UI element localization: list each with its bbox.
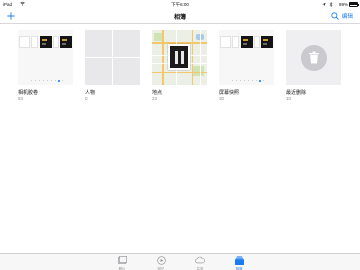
album-count: 10 xyxy=(286,95,292,101)
battery-percent: 89% xyxy=(338,2,348,7)
tab-label: 相簿 xyxy=(235,266,243,270)
album-count: 23 xyxy=(152,95,158,101)
status-time: 下午6:00 xyxy=(171,2,189,7)
tab-shared[interactable]: 共享 xyxy=(190,256,210,270)
albums-icon xyxy=(234,255,244,265)
search-icon[interactable] xyxy=(331,11,339,20)
bluetooth-icon xyxy=(329,1,333,7)
album-thumbnail xyxy=(219,30,274,85)
album-count: 0 xyxy=(85,95,88,101)
photos-icon xyxy=(117,256,127,264)
add-album-button[interactable] xyxy=(6,9,15,23)
tab-label: 照片 xyxy=(118,266,126,270)
cloud-icon xyxy=(195,256,205,264)
location-icon xyxy=(322,2,326,6)
album-thumbnail xyxy=(85,30,140,85)
album-count: 30 xyxy=(219,95,225,101)
memories-icon xyxy=(156,255,166,265)
status-bar: iPad 下午6:00 89% xyxy=(0,0,360,9)
tab-memories[interactable]: 回忆 xyxy=(151,255,171,270)
plus-icon xyxy=(6,12,15,20)
map-thumbnail xyxy=(152,30,207,85)
tab-albums[interactable]: 相簿 xyxy=(229,255,249,270)
tab-photos[interactable]: 照片 xyxy=(112,256,132,270)
tab-label: 共享 xyxy=(196,266,204,270)
map-photo-pin xyxy=(168,44,190,70)
edit-button[interactable]: 编辑 xyxy=(342,12,353,20)
tab-label: 回忆 xyxy=(157,266,165,270)
page-title: 相簿 xyxy=(173,15,186,21)
album-thumbnail xyxy=(286,30,341,85)
album-count: 53 xyxy=(18,95,24,101)
tab-bar: 照片 回忆 共享 相簿 xyxy=(0,253,360,270)
navigation-bar: 相簿 编辑 xyxy=(0,9,360,24)
battery-icon xyxy=(349,2,359,7)
album-thumbnail xyxy=(18,30,73,85)
trash-icon xyxy=(308,51,319,64)
